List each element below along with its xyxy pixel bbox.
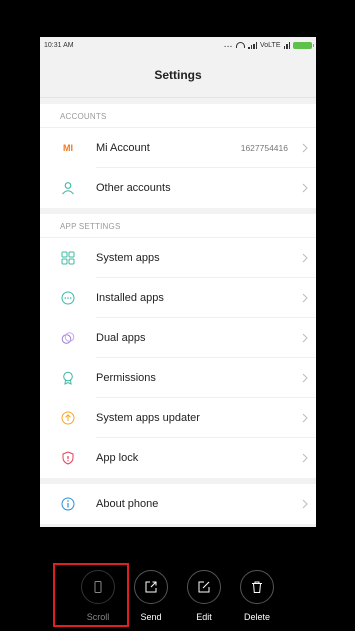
share-icon (134, 570, 168, 604)
badge-icon (40, 371, 96, 385)
item-label: Other accounts (96, 182, 171, 194)
mi-account-id: 1627754416 (240, 143, 288, 153)
status-time: 10:31 AM (44, 41, 74, 49)
send-label: Send (140, 612, 162, 622)
settings-item-dual-apps[interactable]: Dual apps (40, 318, 316, 358)
more-circle-icon (40, 291, 96, 305)
settings-item-system-apps-updater[interactable]: System apps updater (40, 398, 316, 438)
status-icons: ... VoLTE (224, 41, 314, 49)
wifi-icon (236, 42, 245, 48)
settings-screen: 10:31 AM ... VoLTE Settings ACCOUNTS MI … (40, 37, 316, 527)
chevron-right-icon (294, 333, 316, 343)
item-label: About phone (96, 498, 159, 510)
chevron-right-icon (294, 143, 316, 153)
settings-item-mi-account[interactable]: MI Mi Account 1627754416 (40, 128, 316, 168)
info-icon (40, 497, 96, 511)
chevron-right-icon (294, 183, 316, 193)
section-header-app-settings: APP SETTINGS (40, 214, 316, 238)
trash-icon (240, 570, 274, 604)
send-button[interactable]: Send (128, 570, 174, 622)
delete-button[interactable]: Delete (234, 570, 280, 622)
item-label: Mi Account (96, 142, 150, 154)
settings-item-installed-apps[interactable]: Installed apps (40, 278, 316, 318)
section-header-accounts: ACCOUNTS (40, 104, 316, 128)
settings-item-about-phone[interactable]: About phone (40, 484, 316, 524)
delete-label: Delete (243, 612, 270, 622)
mi-logo-text: MI (63, 143, 73, 153)
settings-item-system-apps[interactable]: System apps (40, 238, 316, 278)
chevron-right-icon (294, 413, 316, 423)
settings-item-app-lock[interactable]: App lock (40, 438, 316, 478)
person-icon (40, 181, 96, 195)
item-label: Installed apps (96, 292, 164, 304)
settings-item-permissions[interactable]: Permissions (40, 358, 316, 398)
item-label: Permissions (96, 372, 156, 384)
shield-icon (40, 451, 96, 465)
item-label: Dual apps (96, 332, 146, 344)
chevron-right-icon (294, 373, 316, 383)
grid-icon (40, 251, 96, 265)
page-title: Settings (40, 53, 316, 98)
dual-circles-icon (40, 331, 96, 345)
mi-logo-icon: MI (40, 143, 96, 153)
edit-icon (187, 570, 221, 604)
chevron-right-icon (294, 253, 316, 263)
edit-label: Edit (196, 612, 212, 622)
signal-icon (248, 41, 257, 49)
upload-icon (40, 411, 96, 425)
item-label: App lock (96, 452, 139, 464)
notification-dots: ... (224, 41, 233, 49)
edit-button[interactable]: Edit (181, 570, 227, 622)
chevron-right-icon (294, 453, 316, 463)
battery-icon (293, 41, 314, 49)
chevron-right-icon (294, 293, 316, 303)
status-bar: 10:31 AM ... VoLTE (40, 37, 316, 53)
signal-icon-2 (283, 41, 290, 49)
network-type: VoLTE (260, 41, 281, 49)
settings-item-other-accounts[interactable]: Other accounts (40, 168, 316, 208)
chevron-right-icon (294, 499, 316, 509)
item-label: System apps (96, 252, 160, 264)
scroll-highlight-box (53, 563, 129, 627)
item-label: System apps updater (96, 412, 200, 424)
